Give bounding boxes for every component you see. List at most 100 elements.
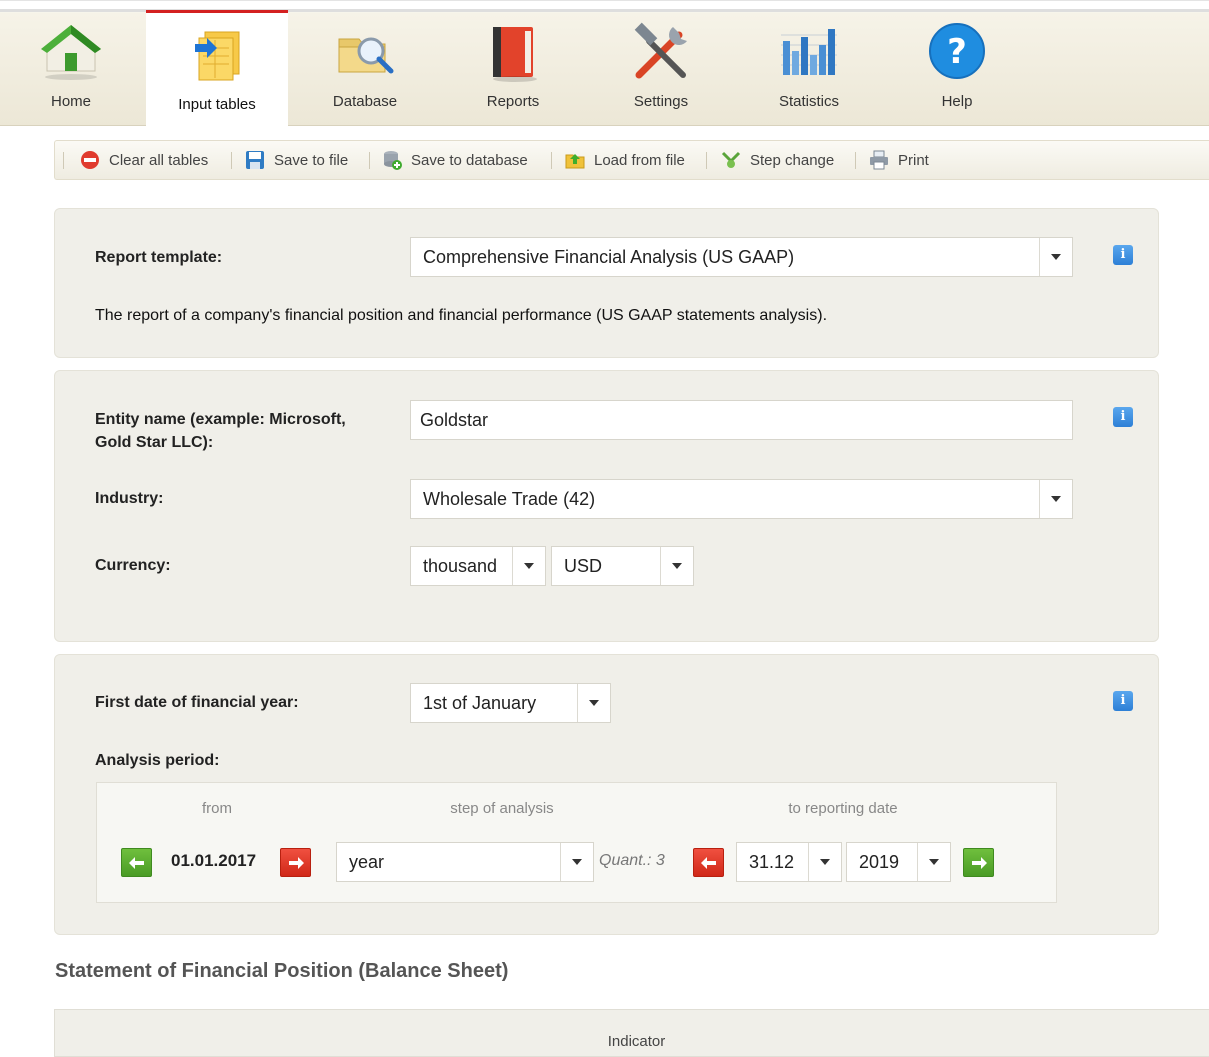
- tab-help-label: Help: [941, 93, 973, 110]
- toolbar-separator: [706, 152, 707, 169]
- tab-reports-label: Reports: [486, 93, 540, 110]
- arrow-left-icon: [701, 857, 716, 869]
- save-to-database-button[interactable]: Save to database: [382, 141, 528, 179]
- tab-statistics-label: Statistics: [778, 93, 839, 110]
- analysis-period-panel: First date of financial year: 1st of Jan…: [54, 654, 1159, 935]
- arrow-left-icon: [129, 857, 144, 869]
- load-from-file-button[interactable]: Load from file: [565, 141, 685, 179]
- chevron-down-icon[interactable]: [660, 547, 693, 585]
- chevron-down-icon[interactable]: [560, 843, 593, 881]
- step-value: year: [349, 852, 385, 872]
- clear-all-tables-button[interactable]: Clear all tables: [80, 141, 208, 179]
- entity-name-label: Entity name (example: Microsoft, Gold St…: [95, 408, 346, 454]
- analysis-period-label: Analysis period:: [95, 752, 220, 769]
- industry-select[interactable]: Wholesale Trade (42): [410, 479, 1073, 519]
- from-date: 01.01.2017: [171, 851, 257, 870]
- first-date-value: 1st of January: [423, 693, 537, 713]
- tab-statistics[interactable]: Statistics: [738, 13, 880, 127]
- entity-name-label-line1: Entity name (example: Microsoft,: [95, 411, 346, 428]
- step-change-button[interactable]: Step change: [721, 141, 834, 179]
- info-icon[interactable]: i: [1113, 691, 1133, 711]
- to-day-value: 31.12: [749, 852, 795, 872]
- report-template-label: Report template:: [95, 249, 223, 266]
- step-change-icon: [721, 151, 741, 168]
- balance-sheet-table-header: Indicator: [54, 1009, 1209, 1057]
- toolbar-separator: [231, 152, 232, 169]
- tab-database[interactable]: Database: [294, 13, 436, 127]
- database-add-icon: [384, 151, 402, 170]
- chevron-down-icon[interactable]: [808, 843, 841, 881]
- industry-label: Industry:: [95, 490, 164, 507]
- tab-settings-label: Settings: [633, 93, 689, 110]
- to-year-value: 2019: [859, 852, 900, 872]
- top-navigation: Home Input tables Database Reports Setti…: [0, 0, 1209, 127]
- step-of-analysis-select[interactable]: year: [336, 842, 594, 882]
- svg-text:?: ?: [947, 32, 967, 72]
- report-template-value: Comprehensive Financial Analysis (US GAA…: [423, 247, 795, 267]
- print-label: Print: [898, 151, 929, 169]
- floppy-disk-icon: [246, 151, 264, 169]
- info-icon[interactable]: i: [1113, 407, 1133, 427]
- currency-code-value: USD: [564, 556, 603, 576]
- chevron-down-icon[interactable]: [577, 684, 610, 722]
- report-template-description: The report of a company's financial posi…: [95, 307, 828, 324]
- to-year-select[interactable]: 2019: [846, 842, 951, 882]
- analysis-period-box: from step of analysis to reporting date …: [96, 782, 1057, 903]
- save-to-file-label: Save to file: [274, 151, 349, 169]
- balance-sheet-title: Statement of Financial Position (Balance…: [55, 960, 509, 982]
- save-to-database-label: Save to database: [411, 151, 528, 169]
- arrow-right-icon: [289, 857, 304, 869]
- industry-value: Wholesale Trade (42): [423, 489, 596, 509]
- home-icon: [41, 25, 101, 80]
- tab-help[interactable]: ? Help: [886, 13, 1028, 127]
- tab-reports[interactable]: Reports: [442, 13, 584, 127]
- printer-icon: [870, 150, 888, 170]
- entity-name-input[interactable]: Goldstar: [410, 400, 1073, 440]
- chevron-down-icon[interactable]: [1039, 238, 1072, 276]
- chevron-down-icon[interactable]: [1039, 480, 1072, 518]
- tab-settings[interactable]: Settings: [590, 13, 732, 127]
- database-icon: [338, 37, 394, 74]
- entity-panel: Entity name (example: Microsoft, Gold St…: [54, 370, 1159, 642]
- quantity-label: Quant.: 3: [599, 852, 665, 869]
- report-template-panel: Report template: Comprehensive Financial…: [54, 208, 1159, 358]
- tab-input-tables-label: Input tables: [178, 96, 256, 113]
- report-template-select[interactable]: Comprehensive Financial Analysis (US GAA…: [410, 237, 1073, 277]
- from-column-header: from: [202, 800, 232, 817]
- to-prev-button[interactable]: [693, 848, 724, 877]
- toolbar: Clear all tables Save to file Save to da…: [54, 140, 1209, 180]
- chevron-down-icon[interactable]: [917, 843, 950, 881]
- currency-code-select[interactable]: USD: [551, 546, 694, 586]
- tab-input-tables[interactable]: Input tables: [146, 10, 288, 127]
- to-day-select[interactable]: 31.12: [736, 842, 842, 882]
- statistics-icon: [781, 29, 837, 75]
- first-date-select[interactable]: 1st of January: [410, 683, 611, 723]
- info-icon[interactable]: i: [1113, 245, 1133, 265]
- stop-icon: [81, 151, 99, 169]
- indicator-column-header: Indicator: [607, 1033, 666, 1050]
- chevron-down-icon[interactable]: [512, 547, 545, 585]
- load-from-file-label: Load from file: [594, 151, 685, 169]
- input-tables-icon: [195, 31, 240, 81]
- tab-home[interactable]: Home: [0, 13, 142, 127]
- step-change-label: Step change: [750, 151, 835, 169]
- print-button[interactable]: Print: [869, 141, 929, 179]
- currency-unit-value: thousand: [423, 556, 498, 576]
- currency-unit-select[interactable]: thousand: [410, 546, 546, 586]
- from-prev-button[interactable]: [121, 848, 152, 877]
- toolbar-separator: [855, 152, 856, 169]
- currency-label: Currency:: [95, 557, 171, 574]
- toolbar-separator: [369, 152, 370, 169]
- to-next-button[interactable]: [963, 848, 994, 877]
- toolbar-separator: [551, 152, 552, 169]
- reports-icon: [493, 27, 537, 82]
- from-next-button[interactable]: [280, 848, 311, 877]
- to-column-header: to reporting date: [788, 800, 898, 817]
- arrow-right-icon: [972, 857, 987, 869]
- save-to-file-button[interactable]: Save to file: [245, 141, 348, 179]
- first-date-label: First date of financial year:: [95, 694, 299, 711]
- clear-all-tables-label: Clear all tables: [109, 151, 209, 169]
- step-column-header: step of analysis: [450, 800, 554, 817]
- toolbar-separator: [63, 152, 64, 169]
- help-icon: ?: [929, 23, 985, 79]
